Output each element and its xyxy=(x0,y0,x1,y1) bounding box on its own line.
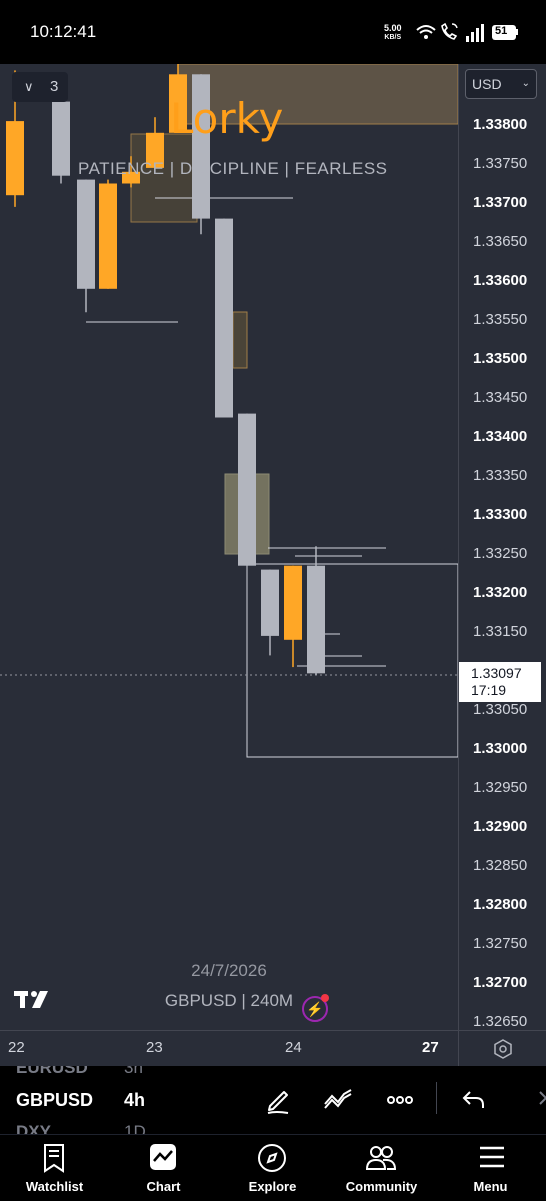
imbalance-zone[interactable] xyxy=(232,311,248,369)
time-axis[interactable]: 22 23 24 27 xyxy=(0,1030,458,1066)
price-label: 1.33600 xyxy=(473,272,528,289)
chart-date: 24/7/2026 xyxy=(191,961,267,980)
bottom-toolbar: EURUSD 3h GBPUSD 4h DXY 1D xyxy=(0,1066,546,1134)
nav-label: Watchlist xyxy=(25,1179,84,1194)
status-bar: 10:12:41 5.00 KB/S 51 xyxy=(0,0,546,64)
price-label: 1.33550 xyxy=(473,311,528,328)
price-label: 1.33050 xyxy=(473,701,528,718)
chart-symbol: GBPUSD | 240M xyxy=(164,991,294,1010)
watchlist-icon xyxy=(44,1144,64,1173)
watchlist-next-timeframe[interactable]: 1D xyxy=(124,1122,146,1134)
indicators-icon[interactable] xyxy=(322,1084,354,1116)
candle-body[interactable] xyxy=(238,413,256,566)
undo-icon[interactable] xyxy=(458,1084,490,1116)
status-icons xyxy=(416,22,518,42)
battery-level: 51 xyxy=(495,25,508,37)
nav-chart[interactable]: Chart xyxy=(109,1135,218,1201)
price-axis[interactable]: USD ⌄ 1.33800 1.33750 1.33700 1.33650 1.3360… xyxy=(458,64,546,1030)
candlestick-chart[interactable] xyxy=(0,64,458,1030)
price-label: 1.33250 xyxy=(473,545,528,562)
chevron-down-icon: ∨ xyxy=(24,79,34,94)
price-label: 1.32800 xyxy=(473,896,528,913)
price-label: 1.33800 xyxy=(473,116,528,133)
price-label: 1.32900 xyxy=(473,818,528,835)
watchlist-prev-timeframe[interactable]: 3h xyxy=(124,1066,143,1078)
notification-dot xyxy=(321,994,329,1002)
chart-icon xyxy=(150,1144,176,1170)
symbol-selector[interactable]: GBPUSD xyxy=(16,1090,93,1111)
nav-label: Explore xyxy=(248,1179,297,1194)
chart-settings[interactable] xyxy=(458,1030,546,1066)
toolbar-divider xyxy=(436,1082,437,1114)
wifi-icon xyxy=(416,25,436,39)
nav-community[interactable]: Community xyxy=(327,1135,436,1201)
time-label: 22 xyxy=(8,1039,25,1056)
redo-icon[interactable] xyxy=(520,1084,546,1116)
timeframe-selector[interactable]: 4h xyxy=(124,1090,145,1111)
price-label: 1.32700 xyxy=(473,974,528,991)
candle-body[interactable] xyxy=(284,565,302,640)
candle-body[interactable] xyxy=(52,101,70,176)
price-label: 1.33500 xyxy=(473,350,528,367)
signal-icon xyxy=(466,24,484,42)
price-label: 1.33700 xyxy=(473,194,528,211)
watermark-subtitle: PATIENCE | DISCIPLINE | FEARLESS xyxy=(78,159,388,178)
bottom-navigation: Watchlist Chart Explore Community Menu xyxy=(0,1134,546,1200)
currency-label: USD xyxy=(472,76,502,92)
price-label: 1.33350 xyxy=(473,467,528,484)
watermark-title: Lorky xyxy=(170,94,284,143)
price-label: 1.33200 xyxy=(473,584,528,601)
candle-body[interactable] xyxy=(77,179,95,289)
wifi-call-icon xyxy=(441,22,458,40)
price-label: 1.33150 xyxy=(473,623,528,640)
menu-icon xyxy=(480,1146,504,1168)
price-label: 1.33650 xyxy=(473,233,528,250)
currency-select[interactable]: USD ⌄ xyxy=(465,69,537,99)
chevron-down-icon: ⌄ xyxy=(521,78,530,89)
legend-count: 3 xyxy=(50,78,59,95)
watchlist-next-symbol[interactable]: DXY xyxy=(16,1122,51,1134)
watchlist-prev-symbol[interactable]: EURUSD xyxy=(16,1066,88,1078)
nav-explore[interactable]: Explore xyxy=(218,1135,327,1201)
nav-menu[interactable]: Menu xyxy=(436,1135,545,1201)
pencil-drawing-icon[interactable] xyxy=(262,1084,294,1116)
network-speed-value: 5.00 xyxy=(384,23,402,33)
nav-label: Chart xyxy=(146,1179,181,1194)
status-time: 10:12:41 xyxy=(30,22,97,41)
time-label: 27 xyxy=(422,1039,439,1056)
candle-body[interactable] xyxy=(215,218,233,418)
nav-label: Menu xyxy=(473,1179,508,1194)
hexagon-settings-icon[interactable] xyxy=(493,1039,513,1059)
candle-body[interactable] xyxy=(307,565,325,674)
chart-canvas[interactable]: ∨ 3 Lorky PATIENCE | DISCIPLINE | FEARLE… xyxy=(0,64,458,1030)
network-speed: 5.00 KB/S xyxy=(384,24,402,42)
price-label: 1.32950 xyxy=(473,779,528,796)
price-label: 1.33450 xyxy=(473,389,528,406)
compass-icon xyxy=(258,1144,286,1172)
current-price-badge: 1.33097 17:19 xyxy=(459,662,541,702)
price-label: 1.32650 xyxy=(473,1013,528,1030)
candle-body[interactable] xyxy=(99,183,117,289)
more-options-icon[interactable] xyxy=(384,1084,416,1116)
tradingview-logo-icon[interactable] xyxy=(14,988,58,1016)
nav-label: Community xyxy=(345,1179,418,1194)
current-price-value: 1.33097 xyxy=(471,665,522,681)
price-label: 1.32850 xyxy=(473,857,528,874)
time-label: 23 xyxy=(146,1039,163,1056)
price-label: 1.33000 xyxy=(473,740,528,757)
candle-body[interactable] xyxy=(6,121,24,196)
nav-watchlist[interactable]: Watchlist xyxy=(0,1135,109,1201)
time-label: 24 xyxy=(285,1039,302,1056)
candle-body[interactable] xyxy=(261,569,279,636)
price-label: 1.33300 xyxy=(473,506,528,523)
countdown-timer: 17:19 xyxy=(471,682,507,698)
price-label: 1.33750 xyxy=(473,155,528,172)
price-label: 1.32750 xyxy=(473,935,528,952)
legend-toggle[interactable]: ∨ 3 xyxy=(12,72,68,102)
community-icon xyxy=(365,1146,397,1170)
price-label: 1.33400 xyxy=(473,428,528,445)
network-speed-unit: KB/S xyxy=(384,34,402,41)
